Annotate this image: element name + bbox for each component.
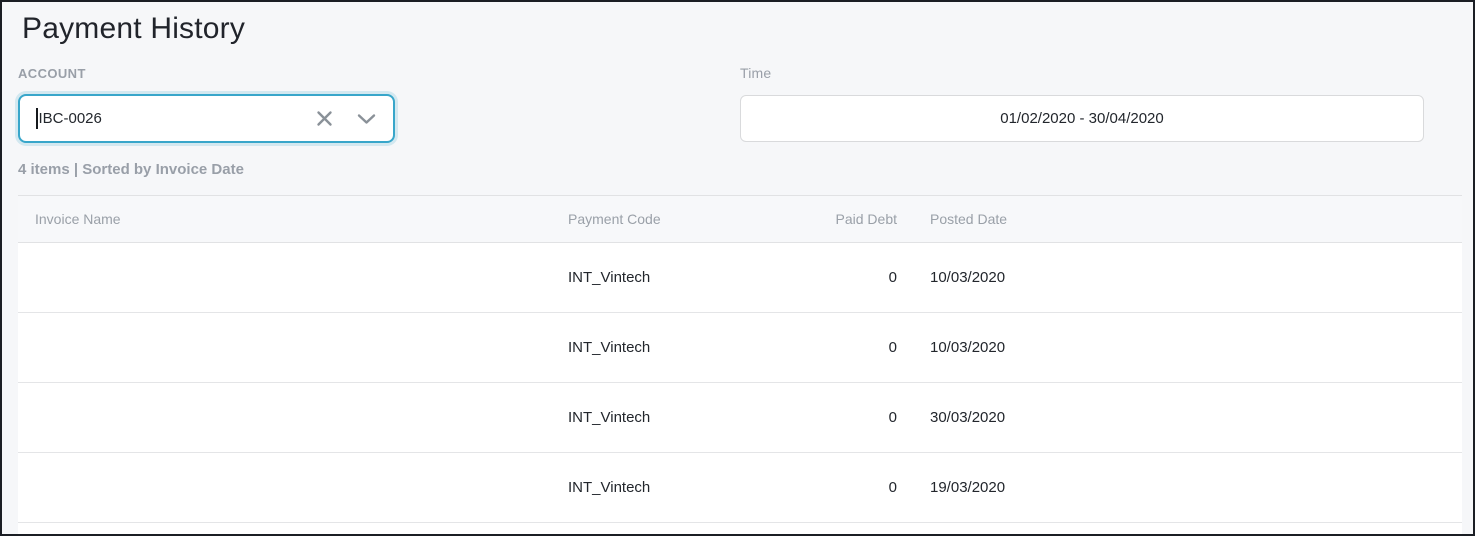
account-input[interactable] [39,110,312,127]
invoice-name-cell [18,243,551,313]
table-row[interactable]: INT_Vintech 0 10/03/2020 [18,243,1462,313]
account-combobox[interactable] [18,94,395,143]
paid-debt-cell: 0 [780,453,897,523]
payment-code-cell: INT_Vintech [551,453,780,523]
payment-code-cell: INT_Vintech [551,383,780,453]
paid-debt-cell: 0 [780,243,897,313]
invoice-name-cell [18,383,551,453]
payment-history-page: Payment History ACCOUNT Time 4 items | S… [0,0,1475,536]
chevron-down-icon [357,113,376,125]
column-header-paid-debt[interactable]: Paid Debt [780,195,897,243]
column-header-invoice-name[interactable]: Invoice Name [18,195,551,243]
invoice-name-cell [18,313,551,383]
time-range-input[interactable] [740,95,1424,142]
payment-code-cell: INT_Vintech [551,243,780,313]
text-caret [36,108,38,129]
results-summary: 4 items | Sorted by Invoice Date [18,161,244,178]
paid-debt-cell: 0 [780,313,897,383]
posted-date-cell: 19/03/2020 [897,453,1462,523]
page-title: Payment History [22,12,245,46]
x-clear-icon [316,110,333,127]
account-label: ACCOUNT [18,66,86,81]
account-dropdown-button[interactable] [353,106,379,132]
posted-date-cell: 30/03/2020 [897,383,1462,453]
table-row[interactable]: INT_Vintech 0 10/03/2020 [18,313,1462,383]
payment-code-cell: INT_Vintech [551,313,780,383]
clear-account-button[interactable] [311,106,337,132]
table-row[interactable]: INT_Vintech 0 19/03/2020 [18,453,1462,523]
posted-date-cell: 10/03/2020 [897,313,1462,383]
paid-debt-cell: 0 [780,383,897,453]
column-header-payment-code[interactable]: Payment Code [551,195,780,243]
table-header-row: Invoice Name Payment Code Paid Debt Post… [18,195,1462,243]
table-overflow-strip [18,523,1462,534]
invoice-name-cell [18,453,551,523]
time-label: Time [740,65,771,81]
payment-table: Invoice Name Payment Code Paid Debt Post… [18,195,1462,534]
posted-date-cell: 10/03/2020 [897,243,1462,313]
table-row[interactable]: INT_Vintech 0 30/03/2020 [18,383,1462,453]
column-header-posted-date[interactable]: Posted Date [897,195,1462,243]
